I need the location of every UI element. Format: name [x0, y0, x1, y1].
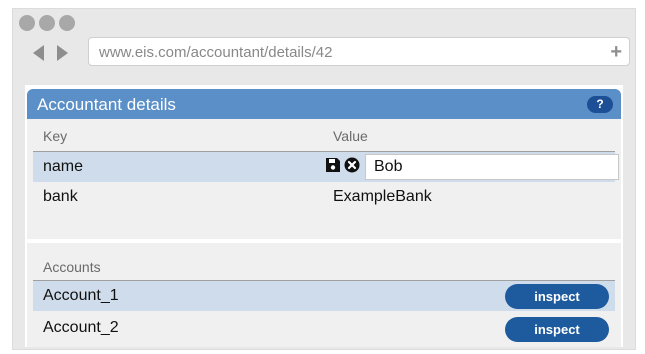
detail-key: bank — [43, 188, 78, 205]
detail-row-bank: bank ExampleBank — [33, 182, 615, 212]
window-maximize-dot[interactable] — [59, 15, 75, 31]
account-row[interactable]: Account_2 inspect — [33, 313, 615, 343]
accounts-header: Accounts — [43, 259, 101, 275]
window-close-dot[interactable] — [19, 15, 35, 31]
key-column-header: Key — [43, 128, 68, 144]
cancel-icon[interactable] — [344, 157, 360, 173]
new-tab-plus-icon[interactable]: + — [610, 42, 622, 62]
browser-window: www.eis.com/accountant/details/42 + Acco… — [12, 8, 636, 350]
help-icon[interactable]: ? — [587, 96, 613, 113]
details-section: Key Value name bank ExampleBank — [27, 119, 621, 239]
account-label: Account_1 — [43, 287, 119, 304]
inspect-button[interactable]: inspect — [505, 284, 609, 309]
save-icon[interactable] — [325, 157, 341, 173]
detail-key: name — [43, 158, 84, 175]
detail-row-name[interactable]: name — [33, 152, 619, 182]
detail-value: ExampleBank — [333, 188, 432, 205]
window-minimize-dot[interactable] — [39, 15, 55, 31]
forward-arrow-icon[interactable] — [57, 45, 68, 61]
panel-header: Accountant details ? — [27, 89, 621, 119]
account-label: Account_2 — [43, 319, 119, 336]
inspect-button[interactable]: inspect — [505, 317, 609, 342]
account-row[interactable]: Account_1 inspect — [33, 281, 615, 311]
back-arrow-icon[interactable] — [33, 45, 44, 61]
address-bar[interactable]: www.eis.com/accountant/details/42 + — [88, 37, 630, 66]
url-text: www.eis.com/accountant/details/42 — [99, 44, 333, 61]
page-content: Accountant details ? Key Value name Bob … — [25, 85, 623, 347]
value-column-header: Value — [333, 128, 368, 144]
panel-title: Accountant details — [37, 95, 176, 114]
name-value-input[interactable] — [365, 154, 619, 180]
accounts-section: Accounts Account_1 inspect Account_2 ins… — [27, 243, 621, 347]
